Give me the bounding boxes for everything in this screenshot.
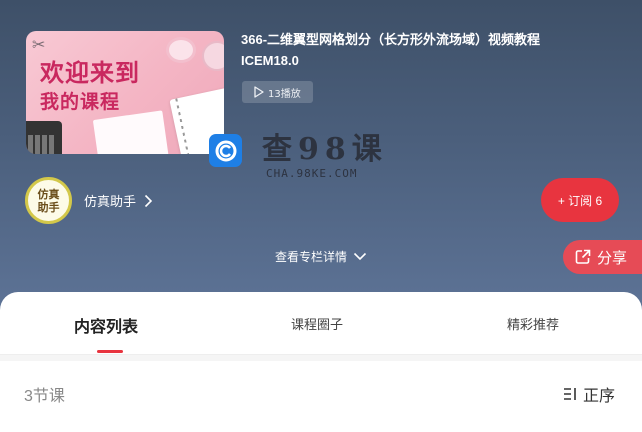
sort-label: 正序: [583, 388, 616, 405]
cover-title-line1: 欢迎来到: [40, 58, 140, 87]
calculator-illustration: [26, 121, 62, 154]
course-title: 366-二维翼型网格划分（长方形外流场域）视频教程ICEM18.0: [241, 32, 541, 68]
chevron-down-icon: [353, 252, 367, 261]
play-count: 13播放: [268, 88, 301, 100]
sort-toggle[interactable]: 正序: [563, 382, 615, 406]
share-label: 分享: [597, 249, 628, 267]
share-button[interactable]: 分享: [563, 240, 642, 274]
author-name: 仿真助手: [84, 194, 137, 209]
tab-content-list[interactable]: 内容列表: [74, 313, 138, 337]
scissors-icon: ✂: [32, 35, 46, 54]
cover-title-line2: 我的课程: [40, 91, 121, 113]
watermark-url: CHA.98KE.COM: [266, 167, 358, 180]
watermark-text: 查98课: [262, 132, 388, 167]
section-gap: [0, 355, 642, 361]
play-count-badge: 13播放: [242, 81, 313, 103]
paper-illustration: [92, 110, 170, 154]
author-link[interactable]: 仿真助手: [84, 191, 153, 210]
subscribe-button[interactable]: + 订阅 6: [541, 178, 619, 222]
share-icon: [575, 249, 591, 264]
lesson-count: 3节课: [24, 388, 65, 405]
tab-recommended[interactable]: 精彩推荐: [507, 314, 559, 333]
sort-icon: [564, 388, 576, 400]
tab-course-circle[interactable]: 课程圈子: [291, 314, 343, 333]
cup-illustration: [166, 37, 196, 63]
chevron-right-icon: [144, 194, 153, 207]
view-details-label: 查看专栏详情: [275, 250, 348, 264]
view-details-button[interactable]: 查看专栏详情: [275, 248, 367, 265]
author-avatar[interactable]: 仿真助手: [25, 177, 72, 224]
active-tab-indicator: [97, 350, 123, 353]
play-icon: [254, 86, 264, 98]
watermark-logo-icon: [209, 134, 242, 167]
course-cover-image[interactable]: ✂ 欢迎来到 我的课程: [26, 31, 224, 154]
avatar-text: 仿真助手: [37, 187, 60, 214]
clock-illustration: [202, 41, 224, 71]
content-panel: 内容列表 课程圈子 精彩推荐 3节课 正序: [0, 292, 642, 432]
